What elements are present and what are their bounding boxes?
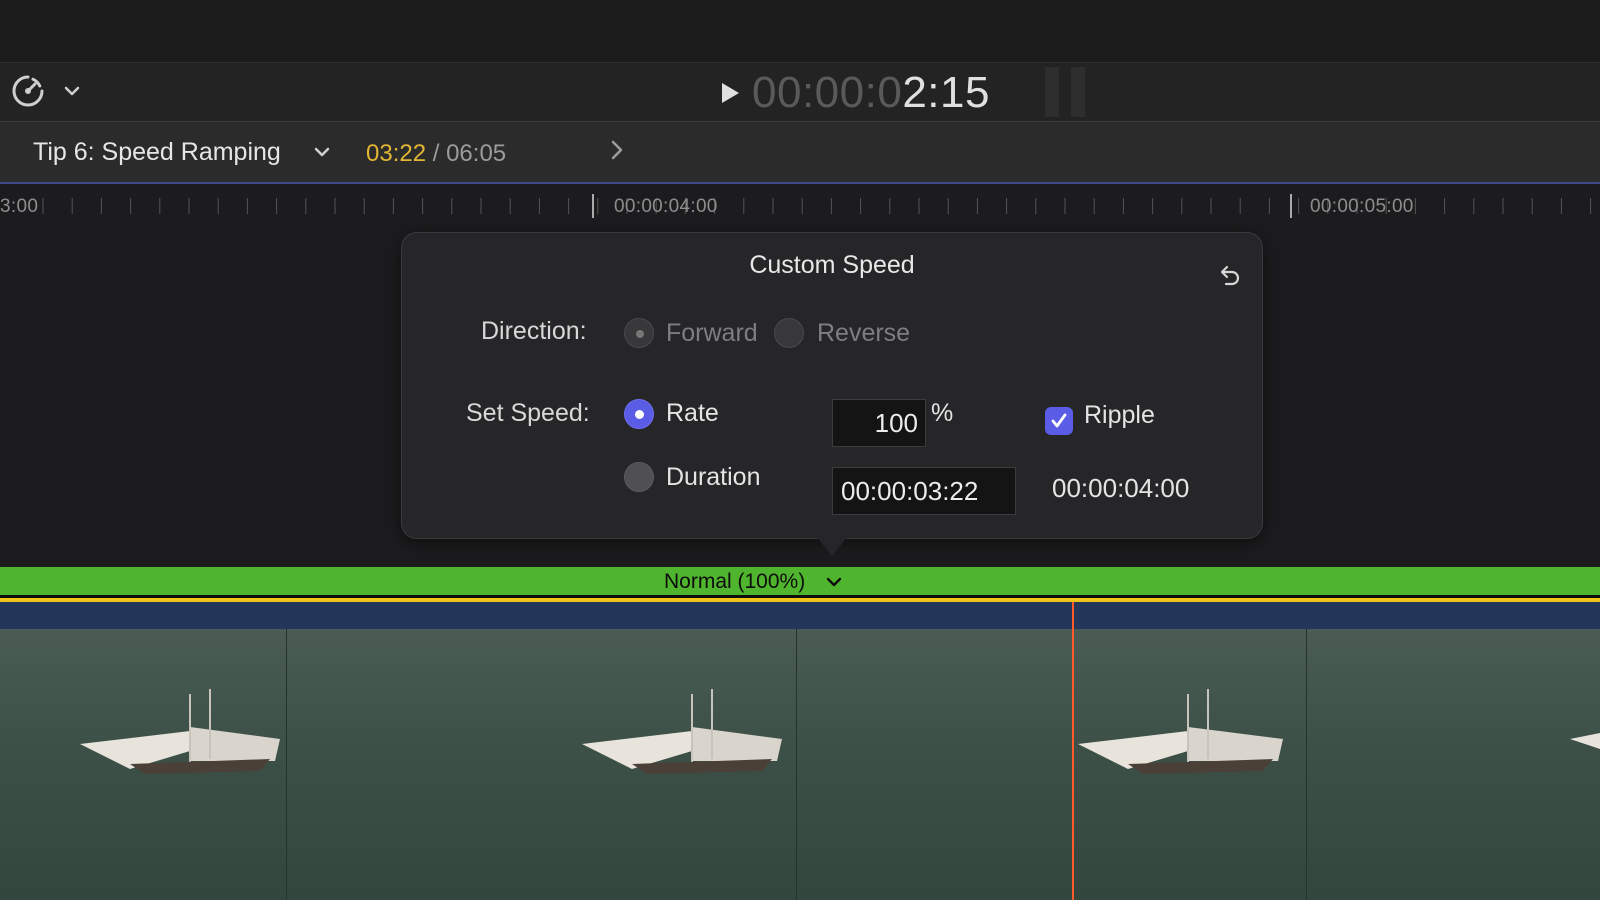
- ruler-label: 3:00: [0, 196, 39, 217]
- timeline-index-bar: Tip 6: Speed Ramping 03:22 / 06:05: [0, 122, 1600, 184]
- play-icon[interactable]: [717, 79, 743, 107]
- viewer-bottom-strip: [0, 0, 1600, 63]
- rate-input[interactable]: 100: [832, 399, 926, 447]
- timecode-bright: 2:15: [902, 68, 990, 117]
- audio-meter-left: [1045, 67, 1059, 117]
- ripple-checkbox[interactable]: [1045, 407, 1073, 435]
- ruler-label: 00:00:04:00: [614, 196, 718, 217]
- timecode-dim: 00:00:0: [752, 68, 903, 117]
- video-frame: [1307, 629, 1600, 900]
- popover-arrow: [816, 536, 848, 556]
- chevron-right-icon[interactable]: [606, 138, 628, 162]
- reverse-option-label: Reverse: [817, 319, 911, 347]
- viewer-toolbar: 00:00:02:15: [0, 63, 1600, 122]
- end-timecode: 00:00:04:00: [1052, 473, 1190, 503]
- rate-option-label: Rate: [666, 399, 719, 427]
- clip-header[interactable]: [0, 602, 1600, 629]
- forward-radio[interactable]: [624, 318, 654, 348]
- sailboat-thumbnail: [1570, 733, 1600, 749]
- playhead-timecode: 00:00:02:15: [752, 67, 990, 119]
- project-title[interactable]: Tip 6: Speed Ramping: [33, 138, 281, 167]
- playhead[interactable]: [1072, 602, 1074, 900]
- custom-speed-popover: Custom Speed Direction: Forward Reverse …: [401, 232, 1263, 539]
- duration-radio[interactable]: [624, 462, 654, 492]
- reset-undo-icon[interactable]: [1214, 261, 1244, 291]
- project-duration: 03:22 / 06:05: [366, 140, 506, 168]
- sailboat-thumbnail: [80, 689, 280, 774]
- clip-filmstrip[interactable]: [0, 629, 1600, 900]
- duration-separator: /: [426, 140, 447, 167]
- frame-divider: [1306, 629, 1307, 900]
- retime-editor-bar[interactable]: Normal (100%): [0, 567, 1600, 595]
- total-duration: 06:05: [446, 140, 507, 167]
- duration-option-label: Duration: [666, 463, 761, 491]
- set-speed-label: Set Speed:: [466, 399, 590, 427]
- forward-option-label: Forward: [666, 319, 758, 347]
- retime-speed-label[interactable]: Normal (100%): [664, 570, 805, 594]
- sailboat-thumbnail: [582, 689, 782, 774]
- speedometer-icon[interactable]: [10, 73, 46, 109]
- reverse-radio[interactable]: [774, 318, 804, 348]
- current-position: 03:22: [366, 140, 427, 167]
- retime-chevron-down-icon[interactable]: [826, 575, 842, 589]
- popover-title: Custom Speed: [749, 251, 915, 279]
- duration-input[interactable]: 00:00:03:22: [832, 467, 1016, 515]
- sailboat-thumbnail: [1078, 689, 1283, 774]
- project-menu-chevron-down-icon[interactable]: [314, 142, 334, 162]
- ripple-label: Ripple: [1084, 401, 1155, 429]
- frame-divider: [796, 629, 797, 900]
- speed-menu-chevron-down-icon[interactable]: [62, 81, 82, 101]
- ruler-label: 00:00:05:00: [1310, 196, 1414, 217]
- checkmark-icon: [1051, 413, 1067, 428]
- percent-symbol: %: [931, 399, 954, 427]
- direction-label: Direction:: [481, 317, 587, 345]
- audio-meter-right: [1071, 67, 1085, 117]
- timeline-ruler[interactable]: 3:00 00:00:04:00 00:00:05:00: [0, 184, 1600, 228]
- rate-radio[interactable]: [624, 399, 654, 429]
